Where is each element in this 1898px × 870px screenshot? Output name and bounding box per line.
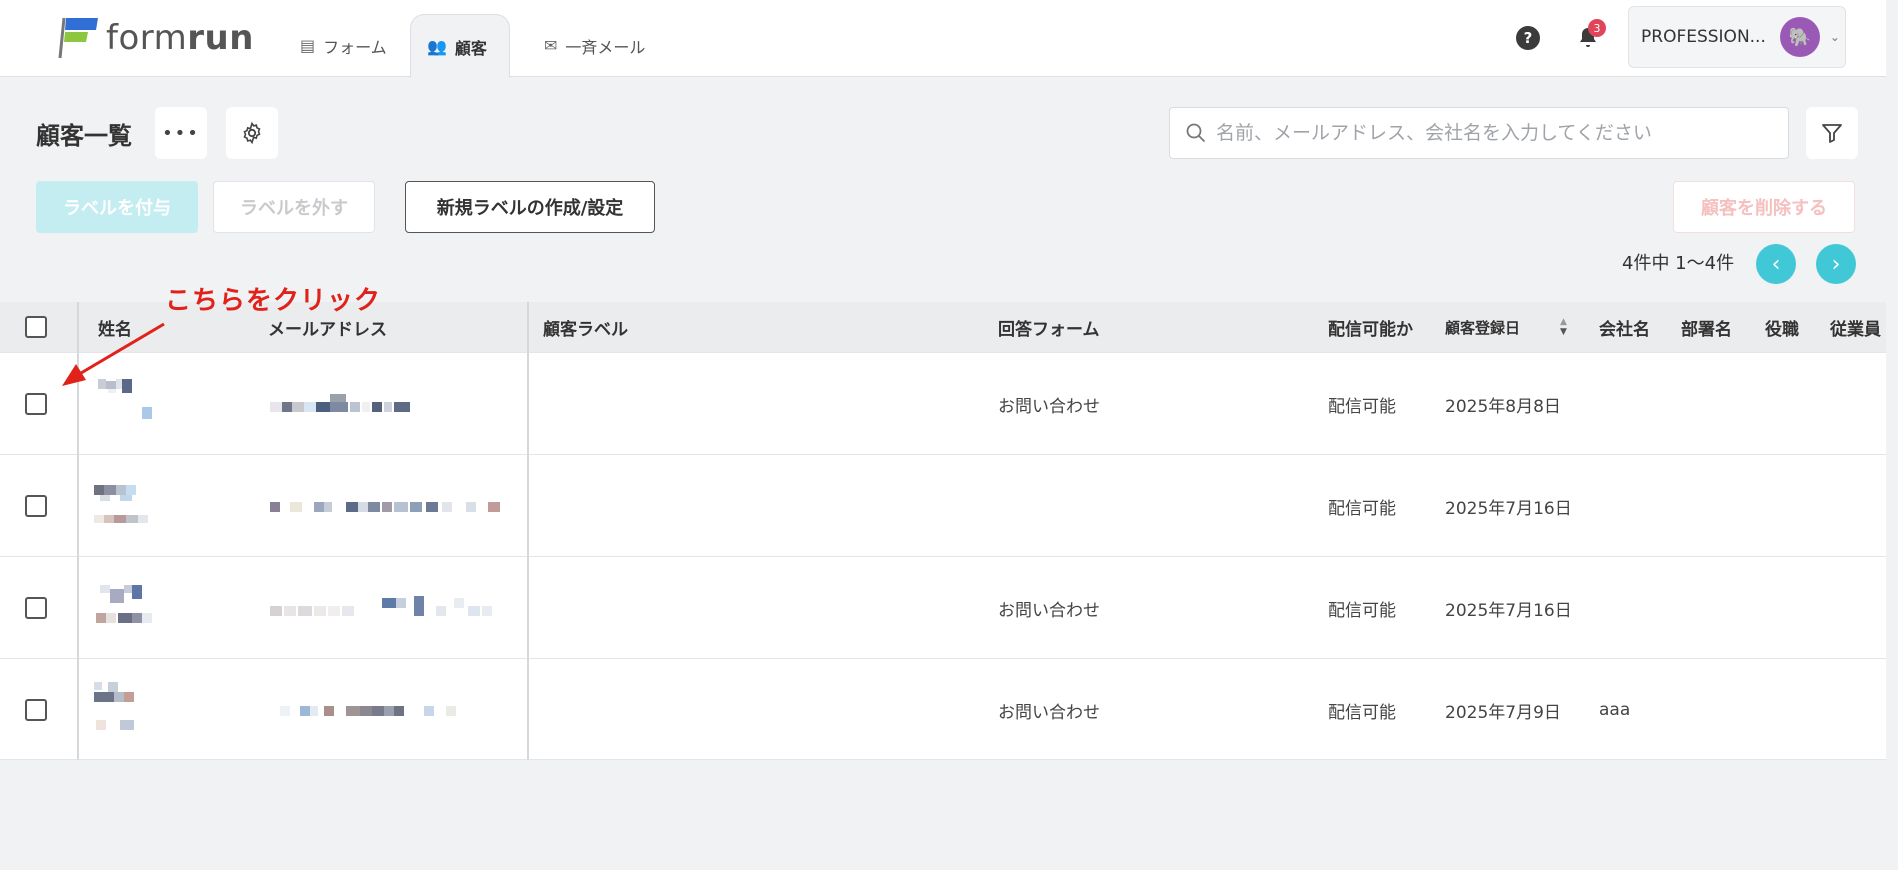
account-label: PROFESSION...: [1641, 27, 1766, 47]
tab-forms[interactable]: ▤ フォーム: [280, 14, 407, 77]
col-registered-label: 顧客登録日: [1445, 318, 1521, 337]
row-checkbox[interactable]: [25, 597, 47, 619]
registered-cell: 2025年7月16日: [1445, 600, 1572, 621]
tab-bulk-mail[interactable]: ✉ 一斉メール: [524, 14, 665, 77]
search-input[interactable]: [1216, 122, 1776, 144]
table-row[interactable]: お問い合わせ 配信可能 2025年7月16日: [0, 556, 1886, 658]
annotation-text: こちらをクリック: [165, 286, 382, 316]
mail-icon: ✉: [544, 36, 558, 55]
filter-icon: [1822, 124, 1842, 143]
formrun-logo[interactable]: formrun: [58, 16, 254, 60]
col-registered[interactable]: 顧客登録日 ▲ ▼: [1445, 302, 1567, 352]
help-icon[interactable]: ?: [1516, 26, 1540, 50]
sort-icon[interactable]: ▲ ▼: [1560, 317, 1567, 337]
deliverable-cell: 配信可能: [1328, 498, 1396, 519]
page-title: 顧客一覧: [36, 122, 132, 150]
account-menu[interactable]: PROFESSION... 🐘 ⌄: [1628, 6, 1846, 68]
more-button[interactable]: •••: [155, 107, 207, 159]
email-cell-redacted: [270, 353, 450, 455]
avatar: 🐘: [1779, 17, 1820, 57]
form-icon: ▤: [300, 36, 316, 55]
col-deliverable[interactable]: 配信可能か: [1328, 302, 1413, 352]
email-cell-redacted: [270, 455, 510, 557]
chevron-right-icon: ›: [1831, 251, 1841, 277]
deliverable-cell: 配信可能: [1328, 702, 1396, 723]
pixelated-email: [270, 502, 500, 512]
top-header: formrun ▤ フォーム 👥 顧客 ✉ 一斉メール ? 3 PROFESSI…: [0, 0, 1886, 78]
form-cell: お問い合わせ: [998, 600, 1100, 621]
col-department[interactable]: 部署名: [1681, 302, 1732, 352]
form-cell: お問い合わせ: [998, 702, 1100, 723]
pixelated-email: [270, 596, 492, 616]
company-cell: aaa: [1599, 700, 1631, 720]
chevron-left-icon: ‹: [1771, 251, 1781, 277]
pixelated-name: [96, 585, 152, 623]
delete-customer-button[interactable]: 顧客を削除する: [1673, 181, 1855, 233]
table-row[interactable]: お問い合わせ 配信可能 2025年8月8日: [0, 352, 1886, 454]
col-label[interactable]: 顧客ラベル: [543, 302, 628, 352]
row-select-cell: [25, 455, 47, 557]
registered-cell: 2025年7月16日: [1445, 498, 1572, 519]
notification-badge: 3: [1588, 19, 1606, 37]
registered-cell: 2025年7月9日: [1445, 702, 1561, 723]
row-select-cell: [25, 353, 47, 455]
prev-page-button[interactable]: ‹: [1756, 244, 1796, 284]
row-checkbox[interactable]: [25, 699, 47, 721]
settings-button[interactable]: [226, 107, 278, 159]
new-label-button[interactable]: 新規ラベルの作成/設定: [405, 181, 655, 233]
name-cell-redacted: [94, 659, 174, 761]
chevron-down-icon: ⌄: [1829, 30, 1840, 44]
row-select-cell: [25, 659, 47, 761]
name-cell-redacted: [94, 455, 174, 557]
annotation-arrow-icon: [62, 322, 165, 386]
remove-label-button[interactable]: ラベルを外す: [213, 181, 375, 233]
tab-customers-label: 顧客: [454, 38, 487, 58]
pixelated-email: [270, 394, 410, 412]
add-label-button[interactable]: ラベルを付与: [36, 181, 198, 233]
pixelated-name: [94, 485, 148, 523]
col-position[interactable]: 役職: [1765, 302, 1799, 352]
people-icon: 👥: [427, 37, 447, 56]
name-cell-redacted: [96, 557, 176, 659]
select-all-cell: [25, 302, 47, 352]
row-checkbox[interactable]: [25, 495, 47, 517]
registered-cell: 2025年8月8日: [1445, 396, 1561, 417]
tab-forms-label: フォーム: [323, 37, 387, 57]
row-select-cell: [25, 557, 47, 659]
table-row[interactable]: 配信可能 2025年7月16日: [0, 454, 1886, 556]
column-divider[interactable]: [527, 302, 529, 760]
form-cell: お問い合わせ: [998, 396, 1100, 417]
formrun-flag-icon: [58, 17, 98, 59]
paging-text: 4件中 1〜4件: [1622, 253, 1735, 274]
more-icon: •••: [162, 122, 200, 144]
email-cell-redacted: [270, 659, 470, 761]
deliverable-cell: 配信可能: [1328, 600, 1396, 621]
gear-icon: [243, 121, 261, 145]
deliverable-cell: 配信可能: [1328, 396, 1396, 417]
pixelated-name: [94, 682, 134, 730]
email-cell-redacted: [270, 557, 510, 659]
tab-customers[interactable]: 👥 顧客: [410, 14, 510, 78]
customer-table: 姓名 メールアドレス 顧客ラベル 回答フォーム 配信可能か 顧客登録日 ▲ ▼ 会…: [0, 302, 1886, 760]
search-box[interactable]: [1169, 107, 1789, 159]
col-form[interactable]: 回答フォーム: [998, 302, 1100, 352]
row-checkbox[interactable]: [25, 393, 47, 415]
filter-button[interactable]: [1806, 107, 1858, 159]
select-all-checkbox[interactable]: [25, 316, 47, 338]
tab-bulk-mail-label: 一斉メール: [565, 37, 646, 57]
col-employees[interactable]: 従業員: [1830, 302, 1881, 352]
table-row[interactable]: お問い合わせ 配信可能 2025年7月9日 aaa: [0, 658, 1886, 760]
logo-text: formrun: [106, 18, 254, 58]
search-icon: [1186, 123, 1206, 143]
col-company[interactable]: 会社名: [1599, 302, 1650, 352]
pixelated-email: [280, 706, 456, 716]
next-page-button[interactable]: ›: [1816, 244, 1856, 284]
